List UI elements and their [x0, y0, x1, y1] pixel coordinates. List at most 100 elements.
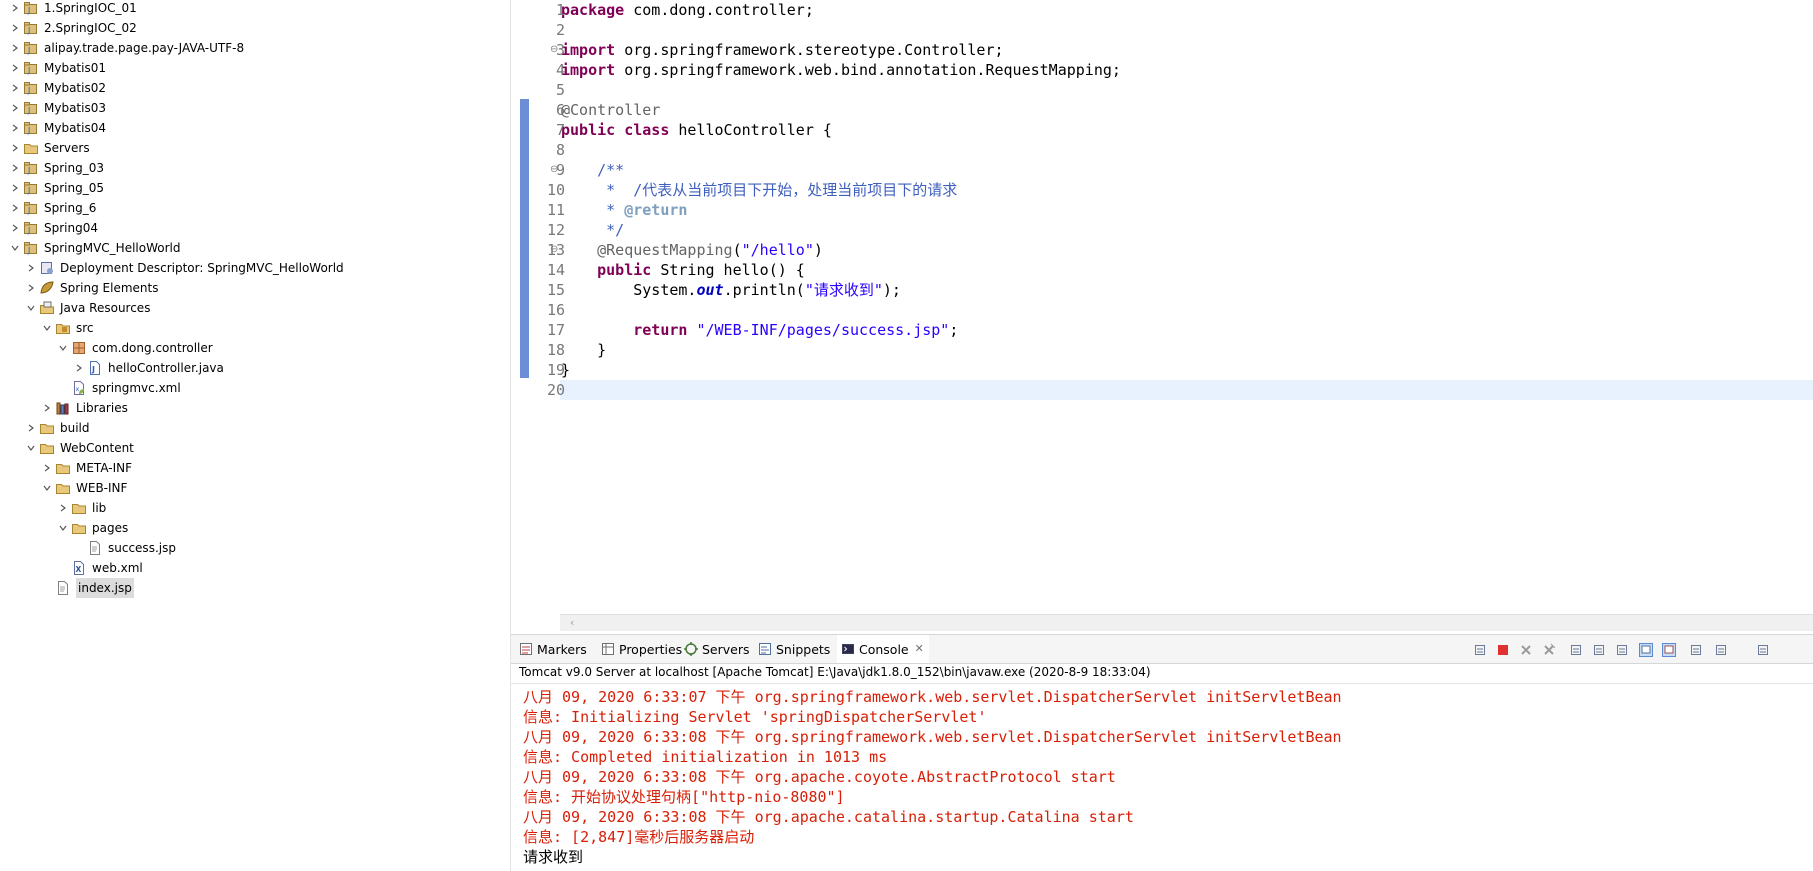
- tab-servers[interactable]: Servers: [684, 635, 750, 663]
- tree-item-label: pages: [92, 521, 129, 535]
- tree-item[interactable]: J Mybatis03: [8, 98, 106, 118]
- code-line[interactable]: * @return: [561, 200, 687, 220]
- tree-item[interactable]: success.jsp: [72, 538, 176, 558]
- code-line[interactable]: * /代表从当前项目下开始，处理当前项目下的请求: [561, 180, 957, 200]
- tree-item[interactable]: J Mybatis02: [8, 78, 106, 98]
- tree-item[interactable]: J SpringMVC_HelloWorld: [8, 238, 180, 258]
- tree-item[interactable]: J Mybatis01: [8, 58, 106, 78]
- word-wrap-icon[interactable]: [1615, 642, 1629, 656]
- pin-console-icon[interactable]: [1689, 642, 1703, 656]
- deployment-descriptor-icon: [38, 260, 56, 276]
- remove-all-terminated-icon[interactable]: [1542, 642, 1556, 656]
- collapse-arrow-icon[interactable]: [56, 338, 70, 358]
- tree-item[interactable]: WEB-INF: [40, 478, 127, 498]
- expand-arrow-icon[interactable]: [8, 98, 22, 118]
- expand-arrow-icon[interactable]: [8, 158, 22, 178]
- scroll-left-icon[interactable]: ‹: [570, 615, 574, 631]
- expand-arrow-icon[interactable]: [24, 258, 38, 278]
- expand-arrow-icon[interactable]: [8, 0, 22, 18]
- tree-item[interactable]: Xweb.xml: [56, 558, 143, 578]
- open-console-icon[interactable]: [1756, 642, 1770, 656]
- fold-toggle-icon[interactable]: ⊖: [550, 245, 560, 255]
- collapse-arrow-icon[interactable]: [24, 438, 38, 458]
- tree-item[interactable]: META-INF: [40, 458, 132, 478]
- expand-arrow-icon[interactable]: [40, 458, 54, 478]
- horizontal-scrollbar[interactable]: ‹: [560, 614, 1813, 631]
- code-line[interactable]: @RequestMapping("/hello"): [561, 240, 823, 260]
- disconnect-icon[interactable]: [1473, 642, 1487, 656]
- code-line[interactable]: import org.springframework.stereotype.Co…: [561, 40, 1004, 60]
- tree-item[interactable]: pages: [56, 518, 128, 538]
- tree-item[interactable]: Libraries: [40, 398, 128, 418]
- tab-snippets[interactable]: Snippets: [758, 635, 830, 663]
- remove-launch-icon[interactable]: [1519, 642, 1533, 656]
- code-line[interactable]: public String hello() {: [561, 260, 805, 280]
- tree-item[interactable]: Deployment Descriptor: SpringMVC_HelloWo…: [24, 258, 344, 278]
- code-line[interactable]: @Controller: [561, 100, 660, 120]
- tree-item[interactable]: Servers: [8, 138, 90, 158]
- display-selected-console-icon[interactable]: [1714, 642, 1728, 656]
- tree-item[interactable]: x springmvc.xml: [56, 378, 181, 398]
- code-line[interactable]: System.out.println("请求收到");: [561, 280, 901, 300]
- tree-item[interactable]: J Spring_6: [8, 198, 96, 218]
- expand-arrow-icon[interactable]: [8, 138, 22, 158]
- tree-item[interactable]: J Mybatis04: [8, 118, 106, 138]
- fold-toggle-icon[interactable]: ⊖: [550, 45, 560, 55]
- collapse-arrow-icon[interactable]: [40, 478, 54, 498]
- tree-item[interactable]: com.dong.controller: [56, 338, 213, 358]
- expand-arrow-icon[interactable]: [56, 498, 70, 518]
- project-icon: J: [22, 160, 40, 176]
- fold-toggle-icon[interactable]: ⊖: [550, 165, 560, 175]
- tree-item[interactable]: src: [40, 318, 94, 338]
- code-line[interactable]: import org.springframework.web.bind.anno…: [561, 60, 1121, 80]
- tree-item[interactable]: Jalipay.trade.page.pay-JAVA-UTF-8: [8, 38, 244, 58]
- project-icon: J: [22, 180, 40, 196]
- expand-arrow-icon[interactable]: [40, 398, 54, 418]
- java-editor[interactable]: package com.dong.controller; import org.s…: [511, 0, 1813, 633]
- show-on-stderr-icon[interactable]: [1662, 642, 1676, 657]
- expand-arrow-icon[interactable]: [8, 218, 22, 238]
- tree-item[interactable]: WebContent: [24, 438, 134, 458]
- tree-item[interactable]: J 2.SpringIOC_02: [8, 18, 137, 38]
- scroll-lock-icon[interactable]: [1592, 642, 1606, 656]
- expand-arrow-icon[interactable]: [8, 58, 22, 78]
- tree-item[interactable]: lib: [56, 498, 106, 518]
- show-on-stdout-icon[interactable]: [1639, 642, 1653, 657]
- expand-arrow-icon[interactable]: [72, 358, 86, 378]
- code-line[interactable]: package com.dong.controller;: [561, 0, 814, 20]
- code-line[interactable]: */: [561, 220, 624, 240]
- expand-arrow-icon[interactable]: [8, 78, 22, 98]
- tab-console[interactable]: Console ✕: [837, 635, 929, 663]
- expand-arrow-icon[interactable]: [8, 178, 22, 198]
- collapse-arrow-icon[interactable]: [40, 318, 54, 338]
- code-line[interactable]: public class helloController {: [561, 120, 832, 140]
- expand-arrow-icon[interactable]: [24, 278, 38, 298]
- code-line[interactable]: }: [561, 340, 606, 360]
- tree-item[interactable]: J Spring_05: [8, 178, 104, 198]
- tab-markers[interactable]: Markers: [519, 635, 587, 663]
- expand-arrow-icon[interactable]: [8, 38, 22, 58]
- console-line: 八月 09, 2020 6:33:07 下午 org.springframewo…: [523, 688, 1342, 706]
- expand-arrow-icon[interactable]: [8, 198, 22, 218]
- collapse-arrow-icon[interactable]: [24, 298, 38, 318]
- expand-arrow-icon[interactable]: [8, 118, 22, 138]
- tree-item[interactable]: J Spring04: [8, 218, 98, 238]
- terminate-icon[interactable]: [1496, 642, 1510, 656]
- tree-item[interactable]: J Spring_03: [8, 158, 104, 178]
- code-line[interactable]: return "/WEB-INF/pages/success.jsp";: [561, 320, 958, 340]
- tree-item[interactable]: Spring Elements: [24, 278, 158, 298]
- collapse-arrow-icon[interactable]: [56, 518, 70, 538]
- close-icon[interactable]: ✕: [915, 643, 925, 654]
- tree-item[interactable]: build: [24, 418, 90, 438]
- tree-item[interactable]: Java Resources: [24, 298, 150, 318]
- tree-item[interactable]: index.jsp: [40, 578, 134, 598]
- clear-console-icon[interactable]: [1569, 642, 1583, 656]
- expand-arrow-icon[interactable]: [24, 418, 38, 438]
- code-line[interactable]: /**: [561, 160, 624, 180]
- expand-arrow-icon[interactable]: [8, 18, 22, 38]
- tree-item[interactable]: JhelloController.java: [72, 358, 224, 378]
- collapse-arrow-icon[interactable]: [8, 238, 22, 258]
- code-token: out: [696, 281, 724, 299]
- tab-properties[interactable]: Properties: [601, 635, 682, 663]
- tree-item[interactable]: J 1.SpringIOC_01: [8, 0, 137, 18]
